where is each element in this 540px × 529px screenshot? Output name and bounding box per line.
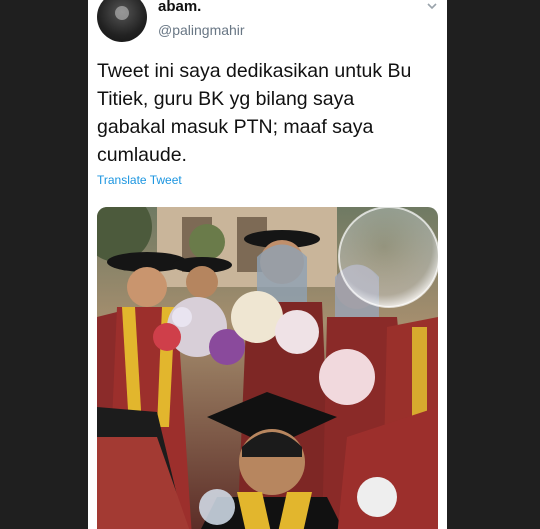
left-letterbox bbox=[0, 0, 88, 529]
chevron-down-icon[interactable] bbox=[426, 0, 440, 14]
user-handle[interactable]: @palingmahir bbox=[158, 22, 245, 38]
tweet-text: Tweet ini saya dedikasikan untuk Bu Titi… bbox=[97, 60, 412, 166]
translate-tweet-link[interactable]: Translate Tweet bbox=[97, 173, 182, 187]
display-name[interactable]: abam. bbox=[158, 0, 201, 15]
tweet-card[interactable]: abam. @palingmahir Tweet ini saya dedika… bbox=[88, 0, 447, 529]
tweet-photo[interactable] bbox=[97, 207, 438, 529]
avatar-figure bbox=[115, 6, 129, 20]
avatar[interactable] bbox=[97, 0, 147, 42]
right-letterbox bbox=[447, 0, 540, 529]
